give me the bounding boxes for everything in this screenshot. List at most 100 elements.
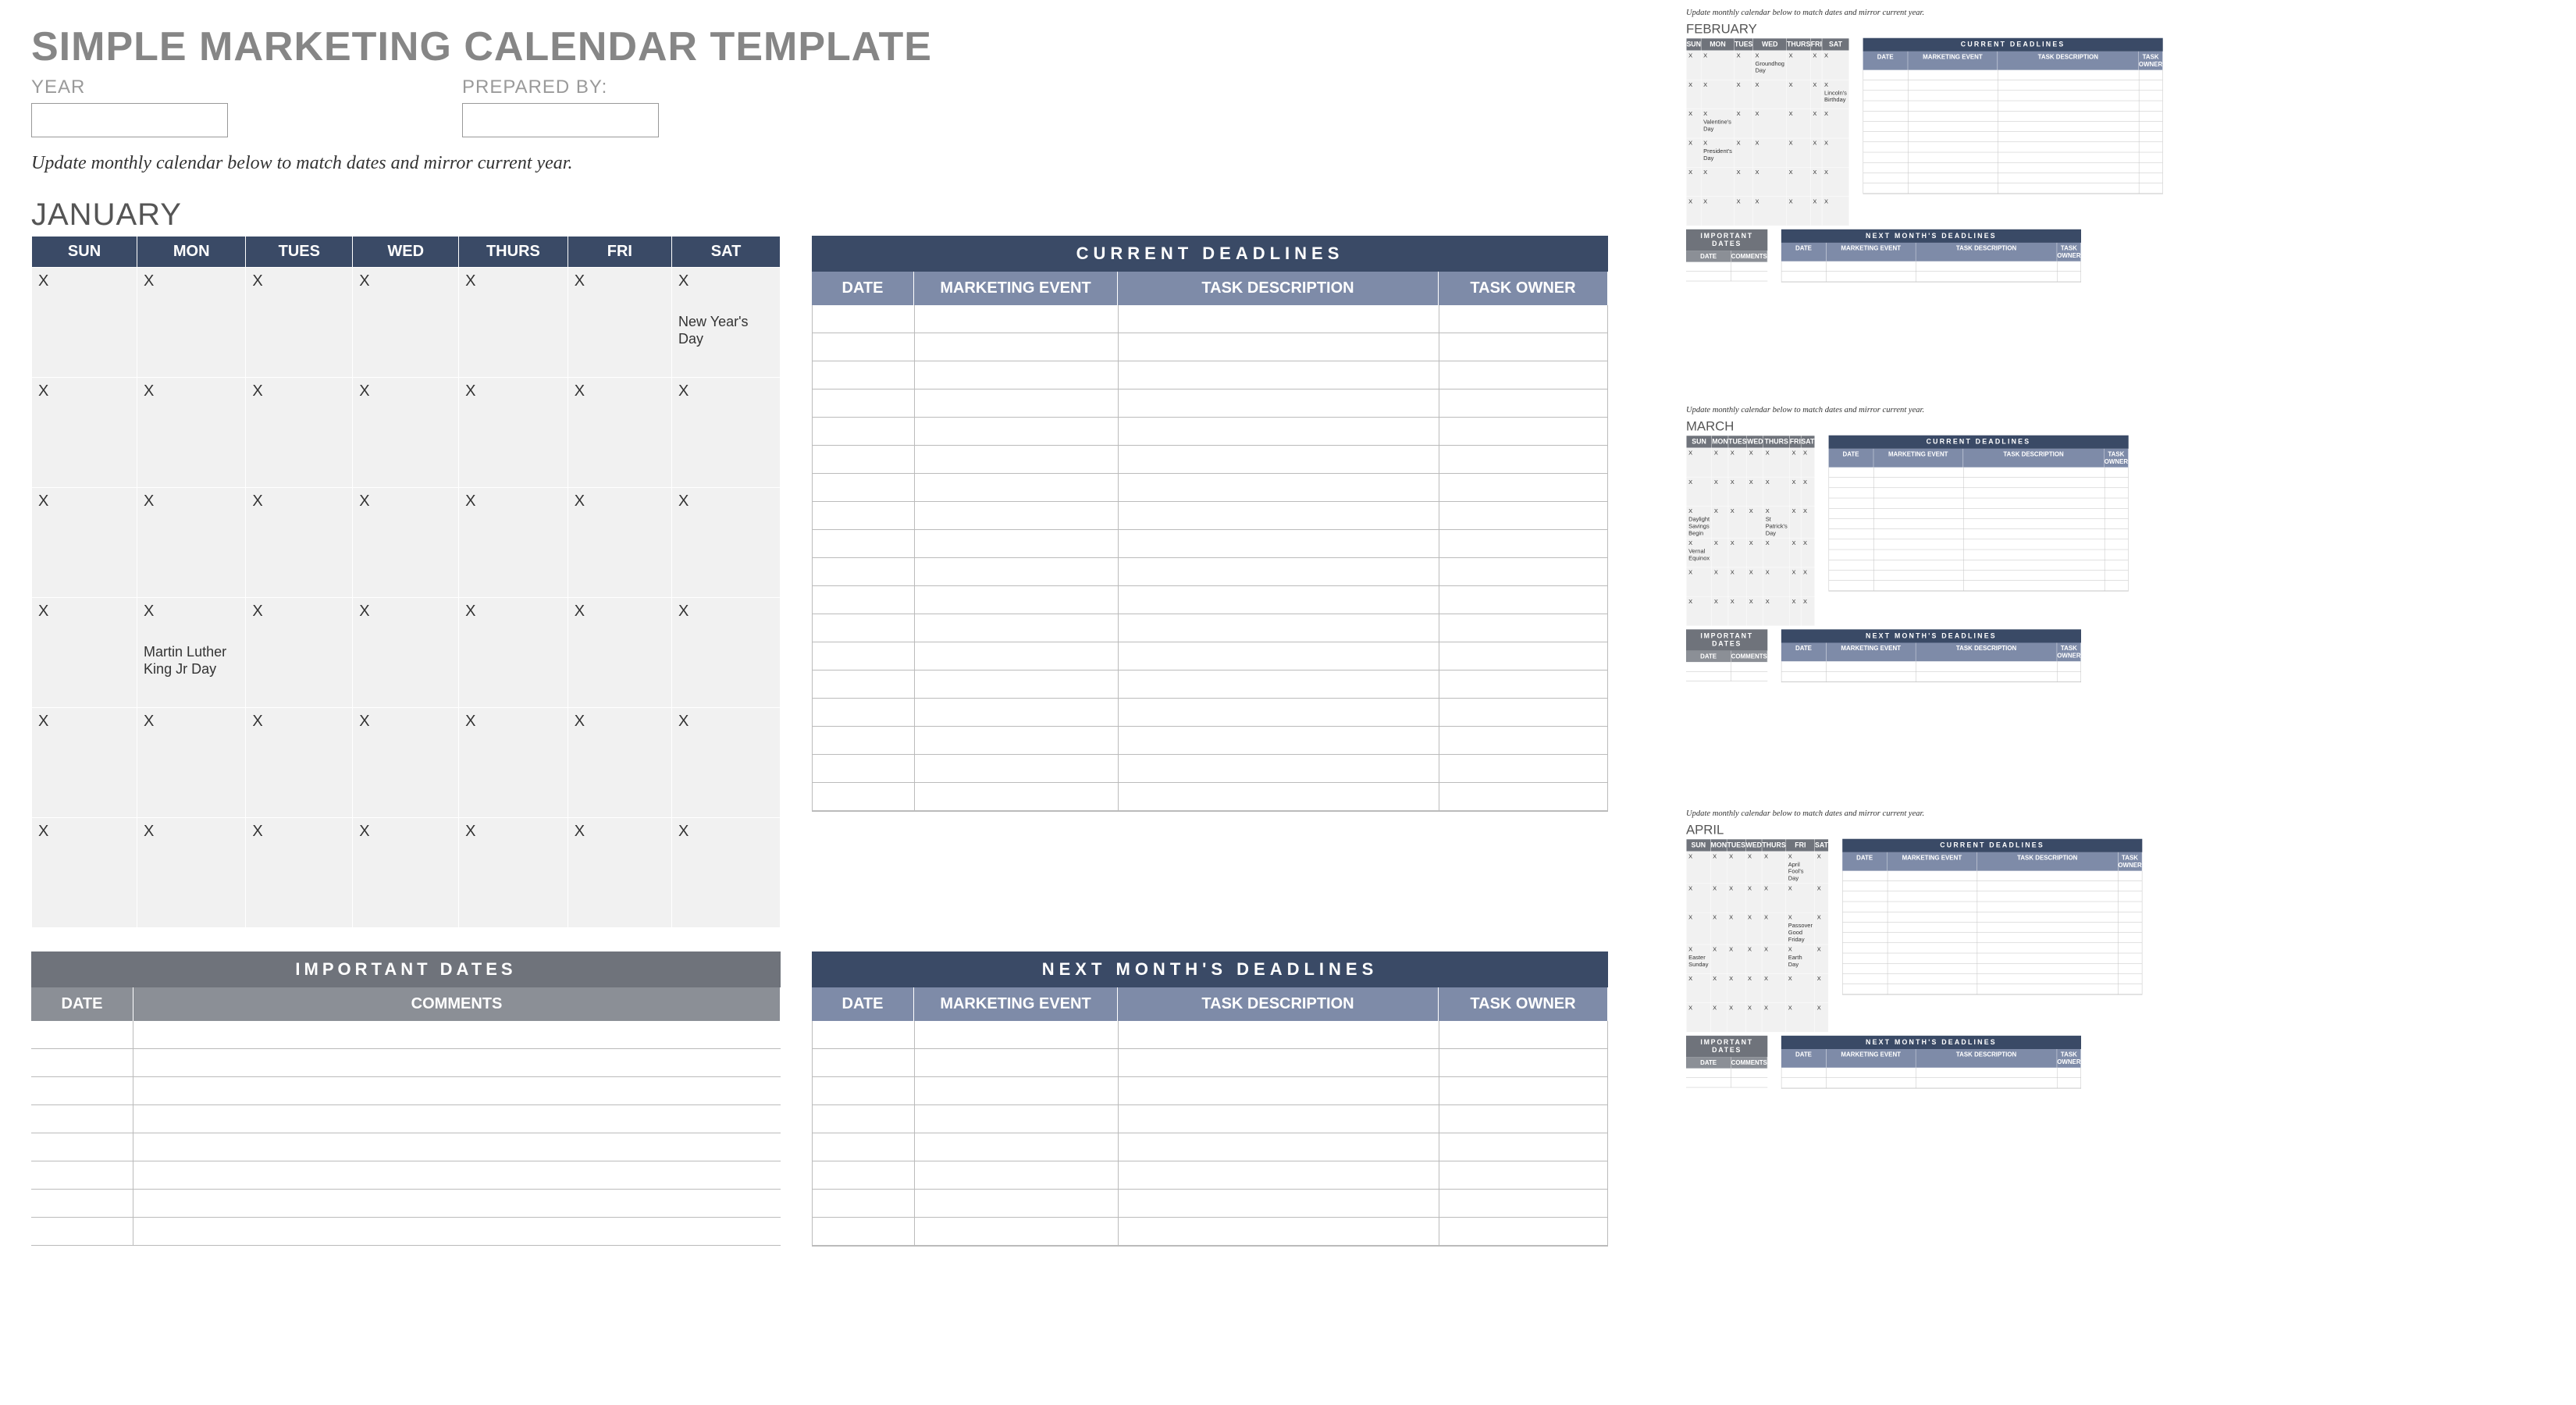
- calendar-cell[interactable]: X: [1710, 884, 1727, 912]
- calendar-cell[interactable]: X: [32, 708, 137, 818]
- calendar-cell[interactable]: X: [32, 598, 137, 708]
- table-cell[interactable]: [31, 1077, 133, 1105]
- calendar-cell[interactable]: X: [1753, 80, 1787, 108]
- calendar-cell[interactable]: X: [1747, 448, 1763, 477]
- table-cell[interactable]: [813, 1161, 915, 1190]
- table-cell[interactable]: [2105, 529, 2128, 539]
- table-cell[interactable]: [1977, 923, 2119, 933]
- table-cell[interactable]: [1873, 488, 1963, 498]
- table-cell[interactable]: [1827, 261, 1916, 272]
- table-row[interactable]: [1863, 183, 2162, 194]
- calendar-cell[interactable]: XEaster Sunday: [1686, 944, 1710, 973]
- calendar-cell[interactable]: X: [1787, 80, 1811, 108]
- calendar-cell[interactable]: X: [1763, 567, 1790, 596]
- table-cell[interactable]: [31, 1161, 133, 1190]
- table-row[interactable]: [1829, 508, 2128, 518]
- table-cell[interactable]: [1909, 122, 1998, 132]
- table-cell[interactable]: [2119, 974, 2142, 984]
- table-cell[interactable]: [1439, 305, 1607, 333]
- calendar-cell[interactable]: X: [1753, 167, 1787, 196]
- table-row[interactable]: [1686, 1078, 1767, 1087]
- table-cell[interactable]: [1119, 783, 1439, 811]
- calendar-cell[interactable]: X: [1787, 138, 1811, 167]
- table-cell[interactable]: [813, 474, 915, 502]
- calendar-cell[interactable]: X: [1762, 912, 1786, 944]
- table-cell[interactable]: [915, 642, 1119, 670]
- table-cell[interactable]: [1909, 111, 1998, 121]
- table-cell[interactable]: [133, 1105, 781, 1133]
- table-row[interactable]: [1829, 478, 2128, 488]
- table-cell[interactable]: [1781, 671, 1827, 681]
- table-cell[interactable]: [1829, 498, 1874, 508]
- table-cell[interactable]: [1977, 881, 2119, 891]
- calendar-cell[interactable]: X: [137, 488, 246, 598]
- table-cell[interactable]: [1909, 183, 1998, 194]
- table-cell[interactable]: [1873, 529, 1963, 539]
- table-cell[interactable]: [2058, 661, 2081, 671]
- calendar-cell[interactable]: X: [1712, 567, 1728, 596]
- calendar-cell[interactable]: X: [672, 818, 781, 928]
- table-cell[interactable]: [1439, 446, 1607, 474]
- table-cell[interactable]: [1863, 101, 1909, 111]
- table-cell[interactable]: [915, 418, 1119, 446]
- table-cell[interactable]: [1998, 132, 2140, 142]
- table-cell[interactable]: [2119, 953, 2142, 963]
- table-cell[interactable]: [813, 1218, 915, 1246]
- calendar-cell[interactable]: X: [353, 378, 459, 488]
- table-cell[interactable]: [1909, 152, 1998, 162]
- table-row[interactable]: [1863, 122, 2162, 132]
- table-cell[interactable]: [2119, 871, 2142, 881]
- calendar-cell[interactable]: X: [1753, 197, 1787, 226]
- table-row[interactable]: [1829, 468, 2128, 478]
- calendar-cell[interactable]: X: [1762, 1003, 1786, 1032]
- table-cell[interactable]: [915, 1021, 1119, 1049]
- table-cell[interactable]: [813, 1049, 915, 1077]
- calendar-cell[interactable]: X: [1728, 567, 1747, 596]
- table-row[interactable]: [813, 305, 1607, 333]
- table-cell[interactable]: [2105, 581, 2128, 591]
- table-cell[interactable]: [1873, 478, 1963, 488]
- table-cell[interactable]: [1829, 478, 1874, 488]
- calendar-cell[interactable]: X: [568, 818, 671, 928]
- calendar-cell[interactable]: XPassover Good Friday: [1786, 912, 1815, 944]
- table-cell[interactable]: [1916, 261, 2058, 272]
- calendar-cell[interactable]: X: [1822, 197, 1849, 226]
- calendar-cell[interactable]: X: [246, 708, 353, 818]
- table-cell[interactable]: [31, 1218, 133, 1246]
- table-cell[interactable]: [2139, 173, 2162, 183]
- table-cell[interactable]: [813, 699, 915, 727]
- table-cell[interactable]: [1731, 272, 1768, 281]
- table-cell[interactable]: [1439, 333, 1607, 361]
- table-cell[interactable]: [133, 1161, 781, 1190]
- calendar-cell[interactable]: X: [1753, 138, 1787, 167]
- table-row[interactable]: [813, 446, 1607, 474]
- calendar-cell[interactable]: X: [1801, 567, 1814, 596]
- table-cell[interactable]: [1827, 671, 1916, 681]
- calendar-cell[interactable]: X: [1801, 507, 1814, 539]
- table-cell[interactable]: [1977, 984, 2119, 994]
- table-cell[interactable]: [1916, 661, 2058, 671]
- calendar-cell[interactable]: X: [1762, 884, 1786, 912]
- table-cell[interactable]: [1439, 389, 1607, 418]
- table-cell[interactable]: [1977, 974, 2119, 984]
- table-cell[interactable]: [1119, 305, 1439, 333]
- table-cell[interactable]: [1909, 101, 1998, 111]
- table-cell[interactable]: [1977, 933, 2119, 943]
- table-cell[interactable]: [1998, 101, 2140, 111]
- table-row[interactable]: [813, 1218, 1607, 1246]
- calendar-cell[interactable]: X: [1747, 507, 1763, 539]
- table-cell[interactable]: [1119, 699, 1439, 727]
- calendar-cell[interactable]: X: [1822, 109, 1849, 138]
- calendar-cell[interactable]: X: [1745, 944, 1762, 973]
- table-row[interactable]: [1829, 560, 2128, 570]
- table-row[interactable]: [1781, 261, 2080, 272]
- table-cell[interactable]: [1439, 727, 1607, 755]
- table-cell[interactable]: [1873, 468, 1963, 478]
- calendar-cell[interactable]: X: [459, 378, 568, 488]
- calendar-cell[interactable]: X: [1710, 973, 1727, 1002]
- table-cell[interactable]: [2119, 881, 2142, 891]
- table-cell[interactable]: [1977, 902, 2119, 912]
- table-cell[interactable]: [1916, 1068, 2058, 1078]
- table-cell[interactable]: [1998, 80, 2140, 91]
- calendar-cell[interactable]: X: [1710, 912, 1727, 944]
